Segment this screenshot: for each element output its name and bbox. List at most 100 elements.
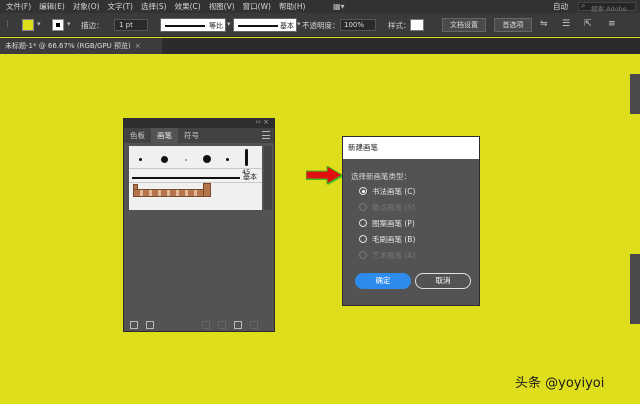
option-art: 艺术画笔 (A) (359, 249, 415, 261)
menu-view[interactable]: 视图(V) (209, 1, 235, 12)
opacity-label[interactable]: 不透明度： (302, 20, 340, 34)
brush-dropdown-icon[interactable]: ▾ (297, 20, 301, 34)
option-bristle[interactable]: 毛刷画笔 (B) (359, 233, 415, 245)
brush-dot-1[interactable] (139, 158, 142, 161)
cancel-button[interactable]: 取消 (415, 273, 471, 289)
radio-pattern[interactable] (359, 219, 367, 227)
menu-effect[interactable]: 效果(C) (175, 1, 201, 12)
menu-items: 文件(F) 编辑(E) 对象(O) 文字(T) 选择(S) 效果(C) 视图(V… (0, 1, 313, 12)
variable-width-profile-select[interactable]: 等比 (160, 18, 226, 32)
profile-dropdown-icon[interactable]: ▾ (227, 20, 231, 34)
brush-definition-select[interactable]: 基本 (233, 18, 297, 32)
brush-library-icon[interactable] (130, 321, 138, 329)
stroke-dropdown-icon[interactable]: ▾ (67, 20, 71, 34)
document-tab-title: 未标题-1* @ 66.67% (RGB/GPU 预览) (5, 42, 131, 50)
option-label: 散点画笔 (S) (372, 202, 415, 212)
brush-line (238, 25, 278, 27)
pattern-brush-corner[interactable] (203, 183, 211, 197)
tab-brushes[interactable]: 画笔 (151, 128, 178, 143)
grip-icon: ⋮ (4, 20, 11, 28)
brush-options-icon[interactable] (218, 321, 226, 329)
radio-scatter (359, 203, 367, 211)
radio-calligraphic[interactable] (359, 187, 367, 195)
panel-title-bar[interactable]: ‹‹ × (124, 118, 274, 128)
control-bar: ⋮ ▾ ▾ 描边： 1 pt 等比 ▾ 基本 ▾ 不透明度： 100% 样式： … (0, 13, 640, 37)
tab-swatches[interactable]: 色板 (124, 128, 151, 143)
graphic-style-swatch[interactable] (410, 19, 424, 31)
stroke-weight-input[interactable]: 1 pt (114, 19, 148, 31)
new-brush-icon[interactable] (234, 321, 242, 329)
delete-brush-icon[interactable] (250, 321, 258, 329)
basic-brush-label: 基本 (243, 173, 257, 181)
align-icon[interactable]: ☰ (562, 19, 570, 33)
arrange-icon[interactable]: ⇋ (540, 19, 548, 33)
menu-edit[interactable]: 编辑(E) (39, 1, 65, 12)
remove-brush-stroke-icon[interactable] (202, 321, 210, 329)
scrollbar[interactable] (264, 146, 272, 210)
stroke-label[interactable]: 描边： (81, 20, 104, 34)
brush-dot-5[interactable] (226, 158, 229, 161)
panel-menu-icon[interactable]: ≡ (608, 19, 616, 33)
menu-help[interactable]: 帮助(H) (279, 1, 306, 12)
radio-bristle[interactable] (359, 235, 367, 243)
brush-dot-3[interactable] (185, 159, 187, 161)
preferences-button[interactable]: 首选项 (494, 18, 532, 32)
menu-bar: 文件(F) 编辑(E) 对象(O) 文字(T) 选择(S) 效果(C) 视图(V… (0, 0, 640, 21)
libraries-icon[interactable] (146, 321, 154, 329)
grid-divider (129, 182, 262, 183)
calligraphic-brush-mark[interactable] (245, 149, 248, 166)
collapsed-panel-1[interactable] (630, 74, 640, 114)
ok-button[interactable]: 确定 (355, 273, 411, 289)
option-label: 书法画笔 (C) (372, 186, 416, 196)
profile-line (165, 25, 205, 27)
grid-divider (129, 168, 262, 169)
menu-select[interactable]: 选择(S) (141, 1, 167, 12)
brush-dot-2[interactable] (161, 156, 168, 163)
document-tab-bar: 未标题-1* @ 66.67% (RGB/GPU 预览) × (0, 38, 640, 54)
option-scatter: 散点画笔 (S) (359, 201, 415, 213)
option-label: 艺术画笔 (A) (372, 250, 416, 260)
stroke-swatch[interactable] (52, 19, 64, 31)
option-label: 图案画笔 (P) (372, 218, 415, 228)
menu-object[interactable]: 对象(O) (73, 1, 100, 12)
new-brush-dialog: 新建画笔 选择新画笔类型： 书法画笔 (C) 散点画笔 (S) 图案画笔 (P)… (342, 136, 480, 306)
style-label: 样式： (388, 21, 411, 30)
dialog-title: 新建画笔 (343, 137, 479, 159)
opacity-input[interactable]: 100% (340, 19, 376, 31)
panel-options-icon[interactable] (262, 131, 270, 139)
panel-tabs: 色板 画笔 符号 (124, 128, 274, 143)
pattern-brush-stroke[interactable] (133, 189, 205, 197)
menu-window[interactable]: 窗口(W) (243, 1, 271, 12)
tab-symbols[interactable]: 符号 (178, 128, 205, 143)
watermark: 头条 @yoyiyoi (515, 376, 605, 391)
right-panel-strip (628, 54, 640, 404)
collapsed-panel-2[interactable] (630, 254, 640, 324)
basic-brush-line[interactable] (132, 177, 240, 179)
menubar-right: 自动 搜索 Adobe Stock (553, 0, 636, 21)
document-setup-button[interactable]: 文档设置 (442, 18, 486, 32)
fill-dropdown-icon[interactable]: ▾ (37, 20, 41, 34)
close-icon[interactable]: × (135, 42, 141, 50)
arrange-documents-icon[interactable]: ▦▾ (333, 2, 345, 11)
transform-icon[interactable]: ⇱ (584, 19, 592, 33)
menu-file[interactable]: 文件(F) (6, 1, 31, 12)
option-pattern[interactable]: 图案画笔 (P) (359, 217, 415, 229)
panel-footer (124, 319, 274, 331)
menu-type[interactable]: 文字(T) (108, 1, 133, 12)
option-label: 毛刷画笔 (B) (372, 234, 416, 244)
fill-swatch[interactable] (22, 19, 34, 31)
radio-art (359, 251, 367, 259)
brushes-panel: ‹‹ × 色板 画笔 符号 45 基本 (123, 118, 275, 332)
profile-label: 等比 (209, 22, 223, 30)
dialog-prompt: 选择新画笔类型： (351, 172, 411, 181)
brush-library: 45 基本 (129, 146, 272, 210)
arrow-body (306, 166, 343, 185)
document-tab[interactable]: 未标题-1* @ 66.67% (RGB/GPU 预览) × (0, 38, 162, 54)
brush-def-label: 基本 (280, 22, 294, 30)
stock-search-input[interactable]: 搜索 Adobe Stock (578, 1, 636, 21)
workspace-switcher[interactable]: 自动 (553, 1, 568, 12)
option-calligraphic[interactable]: 书法画笔 (C) (359, 185, 415, 197)
panel-collapse-close-icon[interactable]: ‹‹ × (255, 118, 269, 126)
arrow-annotation-icon (306, 166, 344, 185)
brush-dot-4[interactable] (203, 155, 211, 163)
